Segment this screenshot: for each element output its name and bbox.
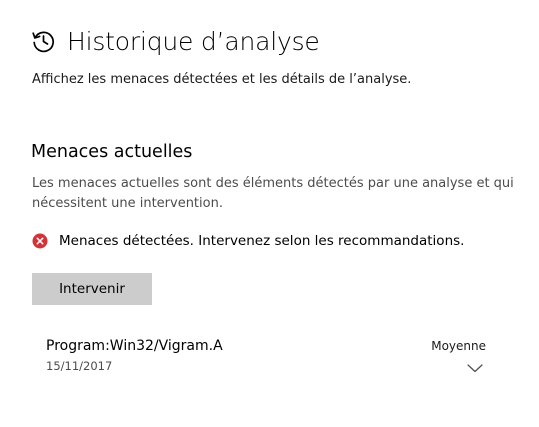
take-action-button[interactable]: Intervenir (32, 273, 152, 305)
threat-status: Menaces détectées. Intervenez selon les … (32, 233, 464, 249)
threat-list-item[interactable]: Program:Win32/Vigram.A 15/11/2017 Moyenn… (32, 330, 502, 380)
history-icon (30, 28, 56, 54)
threat-severity: Moyenne (431, 339, 486, 353)
threat-date: 15/11/2017 (46, 359, 113, 373)
page-header: Historique d’analyse (30, 24, 320, 58)
threat-name: Program:Win32/Vigram.A (46, 338, 223, 354)
page-title: Historique d’analyse (67, 26, 320, 56)
section-description: Les menaces actuelles sont des éléments … (32, 176, 514, 211)
status-text: Menaces détectées. Intervenez selon les … (59, 233, 465, 249)
chevron-down-icon[interactable] (467, 358, 483, 373)
page-subtitle: Affichez les menaces détectées et les dé… (32, 72, 412, 87)
section-title-current-threats: Menaces actuelles (31, 142, 193, 162)
error-icon (32, 233, 48, 249)
